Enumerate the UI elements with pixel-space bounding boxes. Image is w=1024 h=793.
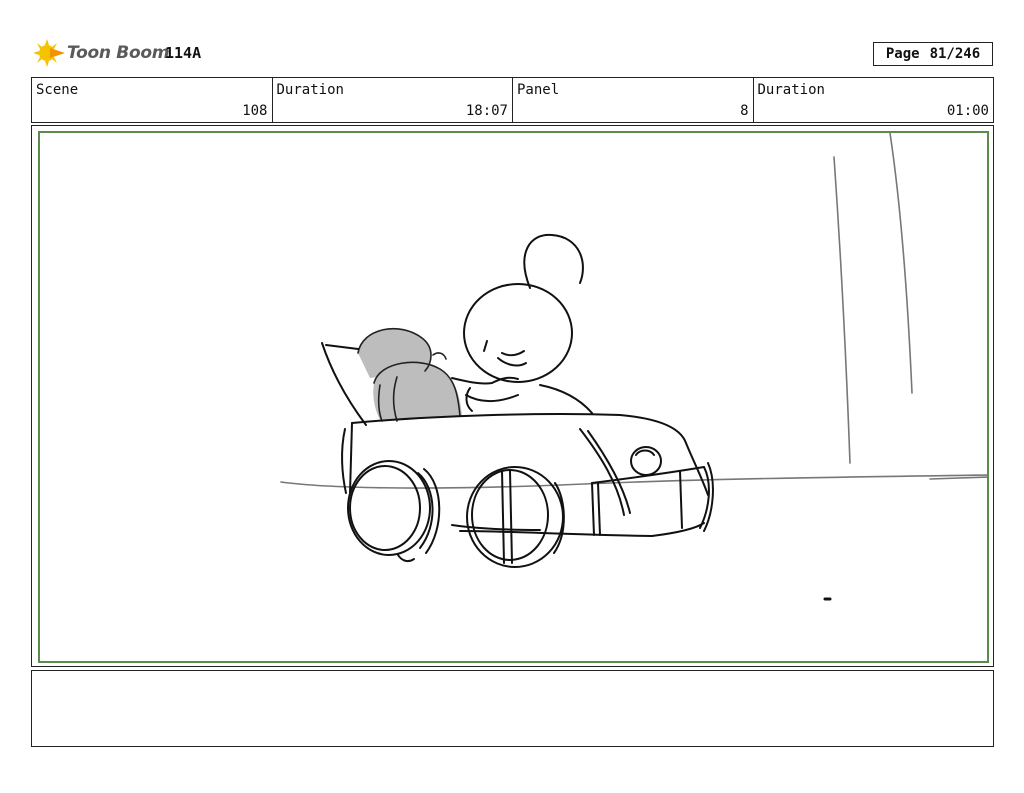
scene-value: 108: [242, 103, 268, 119]
camera-frame: [38, 131, 989, 663]
storyboard-panel: [31, 125, 994, 667]
scene-info-row: Scene 108 Duration 18:07 Panel 8 Duratio…: [31, 77, 994, 123]
toon-boom-sun-icon: [33, 39, 65, 67]
scene-label: Scene: [36, 82, 79, 98]
panel-duration-label: Duration: [757, 82, 825, 98]
scene-cell: Scene 108: [32, 78, 273, 122]
page-label: Page: [885, 46, 920, 62]
panel-cell: Panel 8: [513, 78, 754, 122]
scene-duration-value: 18:07: [465, 103, 508, 119]
scene-duration-cell: Duration 18:07: [273, 78, 513, 122]
panel-value: 8: [740, 103, 749, 119]
panel-sketch: [280, 133, 987, 601]
panel-duration-value: 01:00: [946, 103, 989, 119]
episode-number: 114A: [165, 44, 202, 62]
panel-notes: [31, 670, 994, 747]
toon-boom-logo: Toon Boom: [32, 36, 169, 70]
page-number: 81/246: [929, 46, 981, 62]
panel-duration-cell: Duration 01:00: [754, 78, 994, 122]
panel-label: Panel: [517, 82, 560, 98]
scene-duration-label: Duration: [276, 82, 344, 98]
logo-text: Toon Boom: [67, 43, 170, 63]
page-indicator: Page 81/246: [873, 42, 993, 66]
